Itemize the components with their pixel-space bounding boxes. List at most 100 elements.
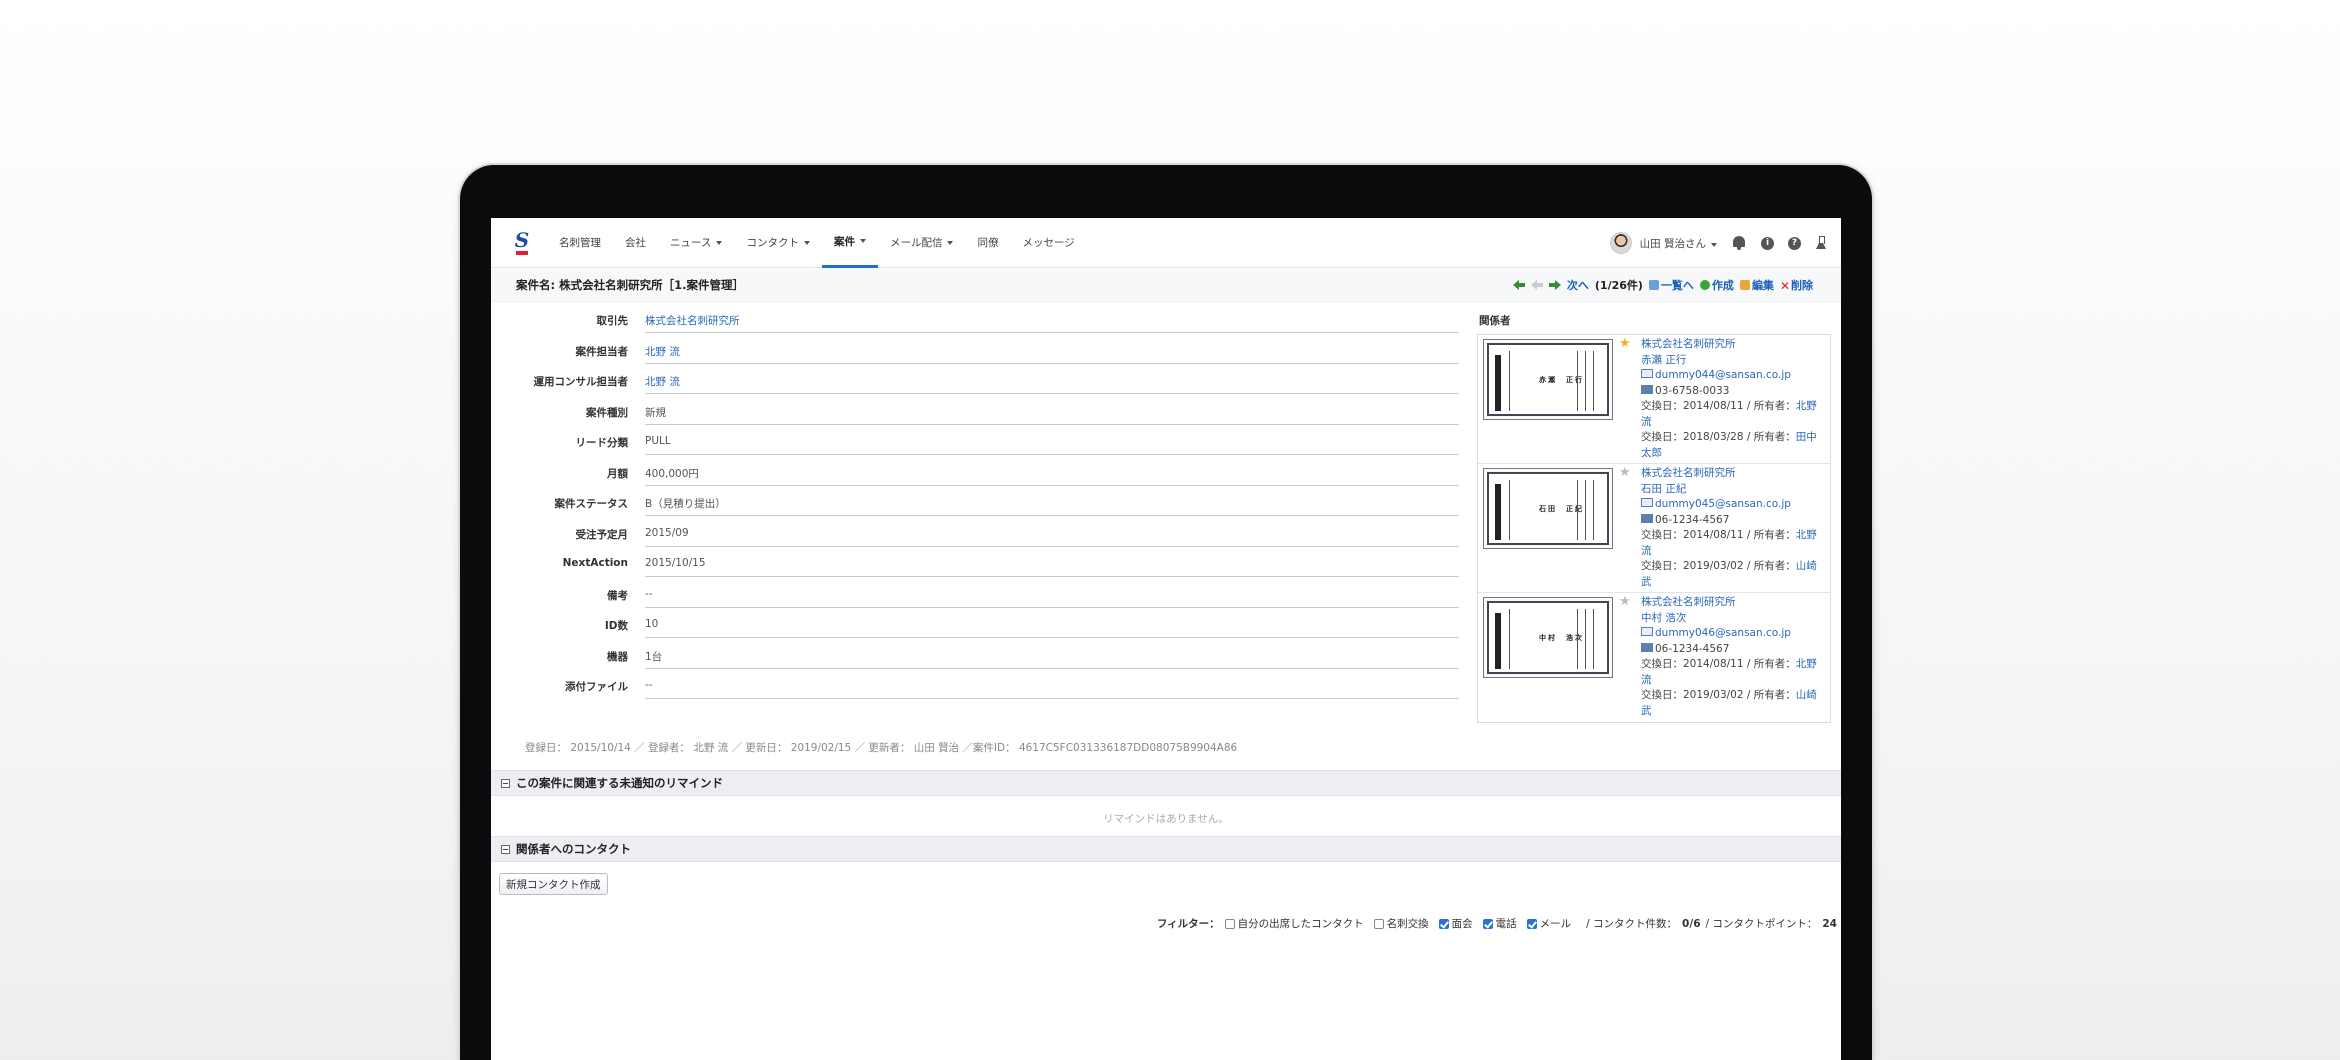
field-value[interactable]: 株式会社名刺研究所 xyxy=(645,313,1459,333)
first-arrow-icon[interactable] xyxy=(1512,280,1525,290)
contact-phone: 06-1234-4567 xyxy=(1655,513,1730,526)
chevron-down-icon xyxy=(1711,242,1717,247)
exchange-row: 交換日：2014/08/11 / 所有者：北野 流 xyxy=(1641,399,1827,430)
field-row: 受注予定月 2015/09 xyxy=(491,517,1471,548)
nav-item[interactable]: 案件 xyxy=(821,218,878,268)
page-title: 案件名: 株式会社名刺研究所［1.案件管理］ xyxy=(516,277,744,292)
pencil-icon xyxy=(1739,280,1750,290)
card-line xyxy=(1585,609,1586,669)
card-face: 石田 正紀 xyxy=(1487,472,1609,545)
exchange-text: 交換日：2019/03/02 / 所有者： xyxy=(1641,560,1796,572)
help-icon[interactable]: ? xyxy=(1788,236,1801,250)
edit-link[interactable]: 編集 xyxy=(1739,277,1774,293)
nav-item-label: 会社 xyxy=(625,237,646,249)
create-link[interactable]: 作成 xyxy=(1699,277,1734,293)
contact-email: dummy045@sansan.co.jp xyxy=(1655,498,1791,510)
contact-name[interactable]: 中村 浩次 xyxy=(1641,611,1827,627)
contact-phone-row: 06-1234-4567 xyxy=(1641,642,1827,658)
field-row: 添付ファイル -- xyxy=(491,669,1471,700)
collapse-icon[interactable] xyxy=(501,844,510,854)
collapse-icon[interactable] xyxy=(501,778,510,788)
next-arrow-icon[interactable] xyxy=(1548,280,1561,290)
filter-checkbox[interactable]: 電話 xyxy=(1482,916,1517,931)
contact-company[interactable]: 株式会社名刺研究所 xyxy=(1641,466,1827,482)
contact-points-value: 24 xyxy=(1822,917,1837,930)
checkbox-icon[interactable] xyxy=(1224,918,1235,929)
field-label: 案件種別 xyxy=(586,406,628,419)
card-face: 赤瀬 正行 xyxy=(1487,343,1609,416)
checkbox-icon[interactable] xyxy=(1482,918,1493,929)
field-label: 運用コンサル担当者 xyxy=(533,376,629,388)
contact-points-label: / コンタクトポイント： xyxy=(1705,918,1818,930)
nav-menu: 名刺管理 会社 ニュース コンタクト 案件 メール配信 同僚 メッセージ xyxy=(547,218,1087,268)
phone-icon xyxy=(1641,513,1653,523)
nav-item-label: ニュース xyxy=(670,237,712,249)
field-value[interactable]: 北野 流 xyxy=(645,344,1459,364)
bell-icon[interactable] xyxy=(1731,235,1747,251)
filter-checkbox[interactable]: 面会 xyxy=(1438,916,1473,931)
business-card-image[interactable]: 中村 浩次 xyxy=(1483,597,1613,678)
contact-email-row[interactable]: dummy045@sansan.co.jp xyxy=(1641,497,1827,513)
checkbox-icon[interactable] xyxy=(1526,918,1537,929)
nav-item[interactable]: 同僚 xyxy=(965,218,1010,268)
edit-label: 編集 xyxy=(1751,279,1774,292)
card-face: 中村 浩次 xyxy=(1487,601,1609,674)
filter-checkbox[interactable]: メール xyxy=(1526,916,1571,931)
nav-item[interactable]: コンタクト xyxy=(734,218,822,268)
card-line xyxy=(1585,480,1586,540)
nav-item[interactable]: 名刺管理 xyxy=(547,218,613,268)
contact-count-label: / コンタクト件数： xyxy=(1586,918,1678,930)
business-card-image[interactable]: 石田 正紀 xyxy=(1483,468,1613,549)
sansan-logo[interactable]: S xyxy=(507,230,537,255)
exchange-row: 交換日：2018/03/28 / 所有者：田中 太郎 xyxy=(1641,430,1827,461)
field-row: 備考 -- xyxy=(491,578,1471,609)
field-value[interactable]: 北野 流 xyxy=(645,374,1459,394)
exchange-row: 交換日：2019/03/02 / 所有者：山崎 武 xyxy=(1641,559,1827,590)
star-icon[interactable]: ★ xyxy=(1619,466,1631,479)
checkbox-icon[interactable] xyxy=(1438,918,1449,929)
user-menu[interactable]: 山田 賢治さん xyxy=(1640,236,1717,251)
contact-section-title: 関係者へのコンタクト xyxy=(516,842,631,856)
filter-checkbox[interactable]: 自分の出席したコンタクト xyxy=(1224,916,1364,931)
prev-arrow-icon xyxy=(1530,280,1543,290)
field-value: 1台 xyxy=(645,649,1459,669)
star-icon[interactable]: ★ xyxy=(1619,595,1631,608)
contact-company[interactable]: 株式会社名刺研究所 xyxy=(1641,595,1827,611)
card-company-bar xyxy=(1495,613,1501,669)
filter-checkbox[interactable]: 名刺交換 xyxy=(1373,916,1429,931)
related-contact: 石田 正紀 ★ 株式会社名刺研究所 石田 正紀 dummy045@sansan.co.j… xyxy=(1478,464,1830,593)
delete-link[interactable]: ✕削除 xyxy=(1780,277,1813,293)
new-contact-button[interactable]: 新規コンタクト作成 xyxy=(499,873,608,895)
chevron-down-icon xyxy=(716,240,723,245)
avatar[interactable] xyxy=(1609,232,1632,254)
field-label: NextAction xyxy=(562,557,628,569)
delete-label: 削除 xyxy=(1791,279,1813,292)
nav-item[interactable]: メール配信 xyxy=(878,218,966,268)
exchange-text: 交換日：2014/08/11 / 所有者： xyxy=(1641,529,1796,541)
star-icon[interactable]: ★ xyxy=(1619,337,1631,350)
list-link[interactable]: 一覧へ xyxy=(1648,277,1694,293)
field-row: 機器 1台 xyxy=(491,639,1471,670)
field-value: PULL xyxy=(645,435,1459,455)
plus-icon xyxy=(1699,280,1710,290)
info-icon[interactable]: i xyxy=(1761,236,1774,250)
remind-section-header[interactable]: この案件に関連する未通知のリマインド xyxy=(491,770,1841,796)
contact-info: 株式会社名刺研究所 中村 浩次 dummy046@sansan.co.jp 06-12… xyxy=(1641,595,1827,719)
contact-company[interactable]: 株式会社名刺研究所 xyxy=(1641,337,1827,353)
contact-section-header[interactable]: 関係者へのコンタクト xyxy=(491,836,1841,862)
contact-email-row[interactable]: dummy044@sansan.co.jp xyxy=(1641,368,1827,384)
field-label: 取引先 xyxy=(596,315,629,327)
nav-item[interactable]: 会社 xyxy=(613,218,658,268)
flask-icon[interactable] xyxy=(1815,236,1827,250)
contact-name[interactable]: 石田 正紀 xyxy=(1641,482,1827,498)
contact-email: dummy046@sansan.co.jp xyxy=(1655,627,1791,639)
contact-name[interactable]: 赤瀬 正行 xyxy=(1641,353,1827,369)
title-bar: 案件名: 株式会社名刺研究所［1.案件管理］ 次へ (1/26件) 一覧へ 作成… xyxy=(491,268,1841,302)
nav-item[interactable]: メッセージ xyxy=(1010,218,1086,268)
contact-info: 株式会社名刺研究所 赤瀬 正行 dummy044@sansan.co.jp 03-67… xyxy=(1641,337,1827,461)
nav-item[interactable]: ニュース xyxy=(658,218,734,268)
next-link[interactable]: 次へ xyxy=(1567,277,1589,293)
checkbox-icon[interactable] xyxy=(1373,918,1384,929)
business-card-image[interactable]: 赤瀬 正行 xyxy=(1483,339,1613,420)
contact-email-row[interactable]: dummy046@sansan.co.jp xyxy=(1641,626,1827,642)
